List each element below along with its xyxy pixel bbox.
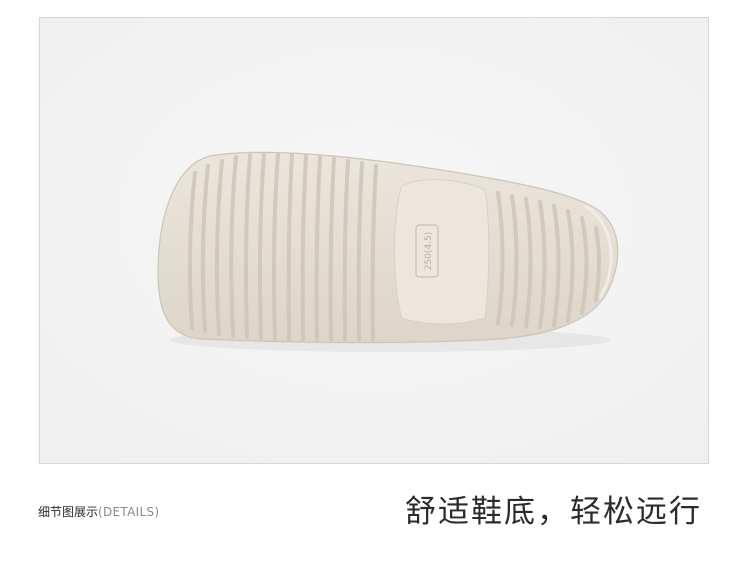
- feature-headline: 舒适鞋底，轻松远行: [405, 494, 702, 530]
- sole-center-panel: [394, 179, 490, 325]
- details-label-cn: 细节图展示: [38, 505, 99, 519]
- details-label-en: (DETAILS): [98, 505, 160, 519]
- svg-text:250(4.5): 250(4.5): [424, 232, 434, 271]
- details-caption: 细节图展示(DETAILS): [38, 504, 159, 520]
- product-photo: 250(4.5): [39, 17, 709, 464]
- shoe-sole-illustration: 250(4.5): [40, 18, 708, 463]
